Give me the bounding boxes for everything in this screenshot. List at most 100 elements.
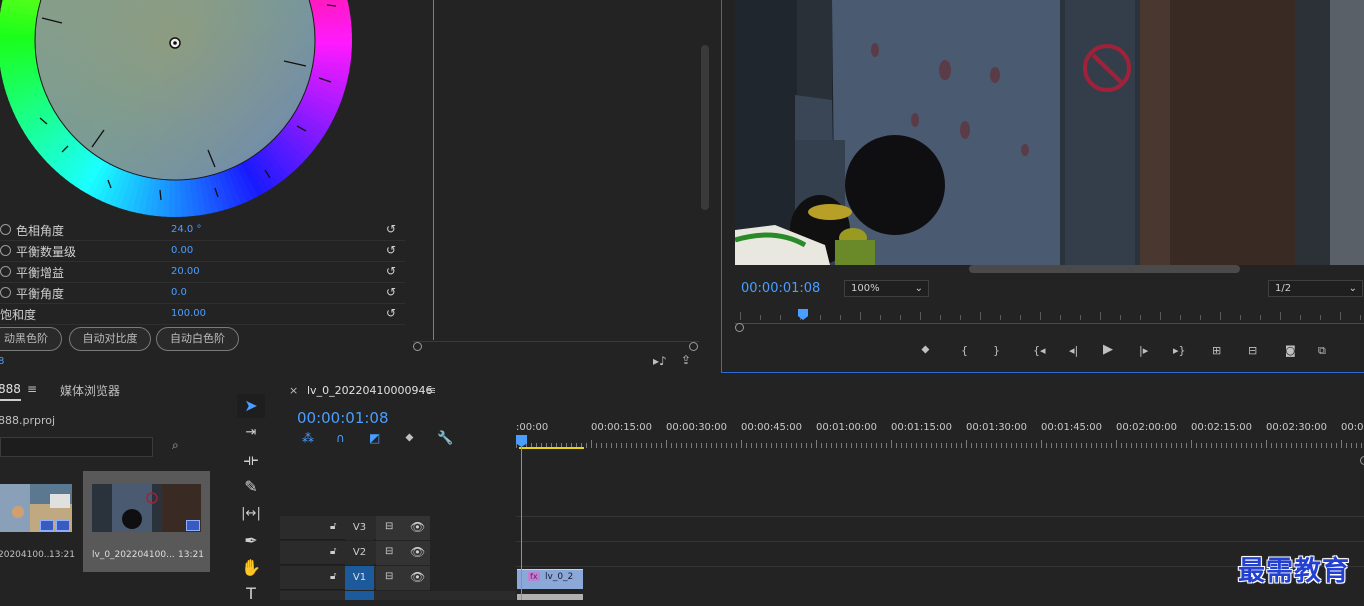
mini-ruler-tick <box>1060 315 1061 320</box>
auto-black-level-button[interactable]: 动黑色阶 <box>0 327 62 351</box>
project-tab[interactable]: 888 <box>0 382 21 401</box>
sync-lock-icon[interactable]: ⊟ <box>385 546 393 557</box>
reset-icon[interactable]: ↺ <box>386 222 396 236</box>
keyframe-stopwatch-icon[interactable] <box>0 266 11 277</box>
ruler-tick <box>671 443 672 448</box>
extract-icon[interactable]: ⊟ <box>1248 344 1257 357</box>
sequence-menu-icon[interactable]: ≡ <box>427 384 436 397</box>
ripple-edit-tool-icon[interactable]: ⟛ <box>237 448 265 472</box>
sequence-tab[interactable]: lv_0_20220410000946 <box>307 384 433 397</box>
timeline-timecode[interactable]: 00:00:01:08 <box>297 409 389 427</box>
ruler-tick <box>1111 443 1112 448</box>
in-point-icon[interactable]: { <box>961 344 968 357</box>
linked-selection-icon[interactable]: ◩ <box>369 431 380 445</box>
export-icon[interactable]: ⇪ <box>681 353 691 367</box>
track-target-toggle[interactable]: V2 <box>345 541 374 565</box>
ruler-tick <box>826 443 827 448</box>
snap-icon[interactable]: ∩ <box>336 431 345 445</box>
lock-icon[interactable]: 🔓︎ <box>330 546 336 557</box>
property-value[interactable]: 20.00 <box>171 266 200 277</box>
property-name: 平衡角度 <box>16 287 65 301</box>
program-timecode[interactable]: 00:00:01:08 <box>741 281 820 296</box>
sync-lock-icon[interactable]: ⊟ <box>385 521 393 532</box>
nest-icon[interactable]: ⁂ <box>302 431 314 445</box>
compare-icon[interactable]: ⧉ <box>1318 344 1326 358</box>
audio-icon[interactable]: ▸♪ <box>653 354 667 368</box>
find-icon[interactable]: ⌕ <box>172 438 179 453</box>
ruler-tick <box>711 443 712 448</box>
program-hscroll[interactable] <box>969 265 1240 273</box>
keyframe-stopwatch-icon[interactable] <box>0 287 11 298</box>
work-area-bar[interactable] <box>519 447 584 449</box>
property-value[interactable]: 24.0 ° <box>171 224 201 235</box>
panel-scrollbar[interactable] <box>701 45 709 210</box>
ruler-tick <box>661 443 662 448</box>
track-target-toggle[interactable]: V1 <box>345 566 374 590</box>
auto-contrast-button[interactable]: 自动对比度 <box>69 327 151 351</box>
ruler-label: 00:02:15:00 <box>1191 422 1253 433</box>
ruler-tick <box>836 443 837 448</box>
horizontal-scrollbar[interactable] <box>413 341 699 351</box>
add-marker-icon[interactable]: ⯁ <box>405 432 414 446</box>
track-lane[interactable] <box>516 516 1364 540</box>
clip-thumbnail-2[interactable]: lv_0_202204100... 13:21 <box>83 471 210 572</box>
eye-icon[interactable]: 👁︎ <box>410 520 425 534</box>
auto-white-level-button[interactable]: 自动白色阶 <box>156 327 239 351</box>
eye-icon[interactable]: 👁︎ <box>410 570 425 584</box>
ruler-tick <box>1256 443 1257 448</box>
sequence-close-icon[interactable]: × <box>289 384 298 397</box>
eye-icon[interactable]: 👁︎ <box>410 545 425 559</box>
hand-tool-icon[interactable]: ✋ <box>237 556 265 580</box>
lock-icon[interactable]: 🔓︎ <box>330 521 336 532</box>
reset-icon[interactable]: ↺ <box>386 264 396 278</box>
project-search-input[interactable] <box>0 437 153 457</box>
settings-wrench-icon[interactable]: 🔧 <box>437 431 453 446</box>
slip-tool-icon[interactable]: |↔| <box>237 502 265 526</box>
step-forward-icon[interactable]: |▸ <box>1139 344 1148 357</box>
step-back-icon[interactable]: ◂| <box>1069 344 1078 357</box>
project-tab-menu-icon[interactable]: ≡ <box>27 382 37 396</box>
zoom-select[interactable]: 100% ⌄ <box>844 280 929 297</box>
track-lane[interactable] <box>516 541 1364 565</box>
keyframe-stopwatch-icon[interactable] <box>0 224 11 235</box>
property-value[interactable]: 100.00 <box>171 308 206 319</box>
ruler-tick <box>636 443 637 448</box>
out-point-icon[interactable]: } <box>993 344 1000 357</box>
play-icon[interactable]: ▶ <box>1103 342 1113 357</box>
ruler-tick <box>756 443 757 448</box>
ruler-tick <box>701 443 702 448</box>
lift-icon[interactable]: ⊞ <box>1212 344 1221 357</box>
reset-icon[interactable]: ↺ <box>386 243 396 257</box>
pen-tool-icon[interactable]: ✒ <box>237 529 265 553</box>
track-select-tool-icon[interactable]: ⇥ <box>237 421 265 445</box>
hue-color-wheel[interactable] <box>0 0 405 225</box>
program-mini-ruler[interactable] <box>735 309 1364 332</box>
clip-thumbnail-1[interactable]: 20204100... 13:21 <box>0 471 80 576</box>
go-to-out-icon[interactable]: ▸} <box>1173 344 1186 357</box>
timeline-clip-v1[interactable]: fx lv_0_2 <box>517 569 583 589</box>
property-value[interactable]: 0.0 <box>171 287 187 298</box>
keyframe-stopwatch-icon[interactable] <box>0 245 11 256</box>
selection-tool-icon[interactable]: ➤ <box>237 394 265 418</box>
marker-icon[interactable]: ⯁ <box>921 344 930 358</box>
ruler-tick <box>721 443 722 448</box>
timeline-vscroll-handle[interactable] <box>1360 456 1364 465</box>
razor-tool-icon[interactable]: ✎ <box>237 475 265 499</box>
track-lane[interactable] <box>516 566 1364 590</box>
property-value[interactable]: 0.00 <box>171 245 193 256</box>
ruler-tick <box>831 443 832 448</box>
sync-lock-icon[interactable]: ⊟ <box>385 571 393 582</box>
resolution-select[interactable]: 1/2 ⌄ <box>1268 280 1363 297</box>
mini-ruler-tick <box>1240 315 1241 320</box>
export-frame-icon[interactable]: ◙ <box>1285 344 1296 357</box>
go-to-in-icon[interactable]: {◂ <box>1033 344 1046 357</box>
track-target-toggle[interactable]: V3 <box>345 516 374 540</box>
ruler-tick <box>1221 443 1222 448</box>
reset-icon[interactable]: ↺ <box>386 306 396 320</box>
lock-icon[interactable]: 🔓︎ <box>330 571 336 582</box>
media-browser-tab[interactable]: 媒体浏览器 <box>60 382 120 399</box>
ruler-tick <box>956 443 957 448</box>
type-tool-icon[interactable]: T <box>237 582 265 606</box>
ruler-tick <box>731 443 732 448</box>
reset-icon[interactable]: ↺ <box>386 285 396 299</box>
